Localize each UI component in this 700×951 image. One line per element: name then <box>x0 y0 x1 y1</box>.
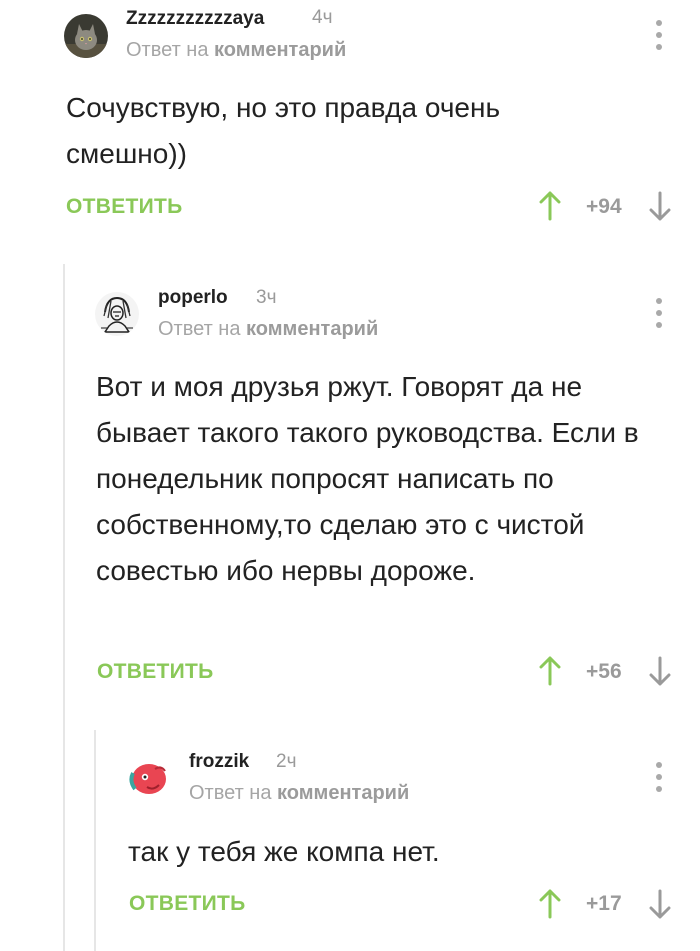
red-creature-avatar-icon <box>125 757 169 801</box>
reply-to-prefix: Ответ на <box>189 782 272 804</box>
reply-to-prefix: Ответ на <box>126 39 209 61</box>
reply-to-link[interactable]: комментарий <box>246 318 378 340</box>
reply-to-prefix: Ответ на <box>158 318 241 340</box>
thread-line-level-2 <box>94 730 96 951</box>
comment-time: 3ч <box>256 287 277 308</box>
comment-text: так у тебя же компа нет. <box>128 836 440 867</box>
upvote-arrow-icon[interactable] <box>538 656 562 691</box>
downvote-arrow-icon[interactable] <box>648 191 672 226</box>
reply-to-line: Ответ на комментарий <box>126 39 346 62</box>
reply-to-link[interactable]: комментарий <box>277 782 409 804</box>
rating-count: +94 <box>586 195 622 218</box>
rating-count: +17 <box>586 892 622 915</box>
reply-button[interactable]: ОТВЕТИТЬ <box>129 892 246 916</box>
cat-avatar-icon <box>64 14 108 58</box>
sketch-figure-avatar-icon <box>95 292 139 336</box>
more-options-icon[interactable] <box>652 296 666 330</box>
downvote-arrow-icon[interactable] <box>648 656 672 691</box>
reply-to-link[interactable]: комментарий <box>214 39 346 61</box>
comment-time: 4ч <box>312 7 333 28</box>
username[interactable]: poperlo <box>158 287 228 309</box>
avatar[interactable] <box>95 292 139 336</box>
upvote-arrow-icon[interactable] <box>538 191 562 226</box>
username[interactable]: frozzik <box>189 751 249 773</box>
avatar[interactable] <box>125 757 169 801</box>
more-options-icon[interactable] <box>652 18 666 52</box>
avatar[interactable] <box>64 14 108 58</box>
reply-button[interactable]: ОТВЕТИТЬ <box>97 660 214 684</box>
rating-count: +56 <box>586 660 622 683</box>
reply-to-line: Ответ на комментарий <box>158 318 378 341</box>
reply-to-line: Ответ на комментарий <box>189 782 409 805</box>
comment-text: Сочувствую, но это правда очень смешно)) <box>66 92 501 169</box>
upvote-arrow-icon[interactable] <box>538 889 562 924</box>
username[interactable]: Zzzzzzzzzzzaya <box>126 8 264 30</box>
downvote-arrow-icon[interactable] <box>648 889 672 924</box>
reply-button[interactable]: ОТВЕТИТЬ <box>66 195 183 219</box>
more-options-icon[interactable] <box>652 760 666 794</box>
comment-text: Вот и моя друзья ржут. Говорят да не быв… <box>96 371 639 586</box>
comment-time: 2ч <box>276 751 297 772</box>
thread-line-level-1 <box>63 264 65 951</box>
